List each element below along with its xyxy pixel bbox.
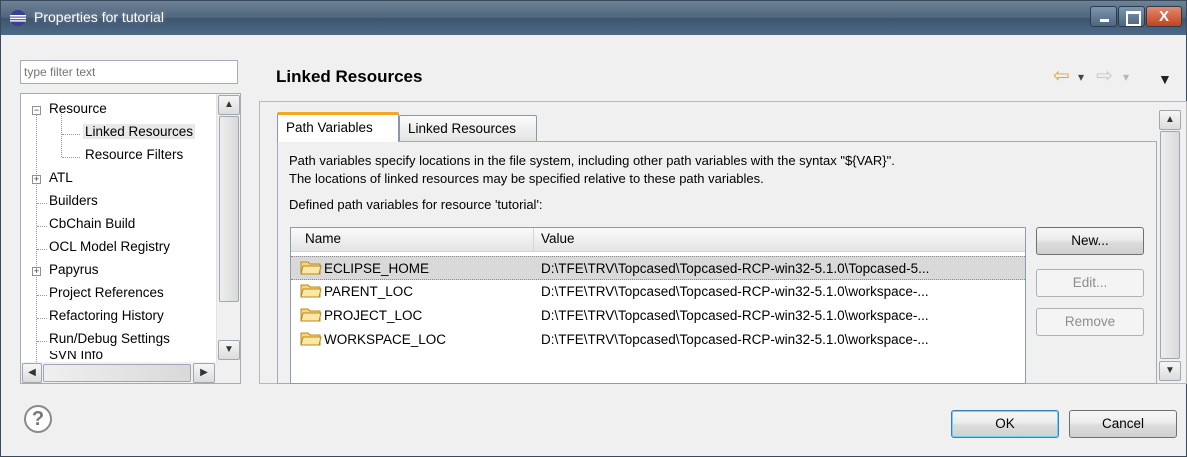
scroll-thumb[interactable] <box>219 116 239 302</box>
view-menu-icon[interactable]: ▼ <box>1158 69 1172 89</box>
tree-line <box>37 203 47 204</box>
variable-name: PARENT_LOC <box>300 280 413 304</box>
column-header-name[interactable]: Name <box>305 231 341 246</box>
tree-item-linked-resources[interactable]: Linked Resources <box>83 121 196 143</box>
scroll-thumb[interactable] <box>43 364 191 382</box>
variable-value: D:\TFE\TRV\Topcased\Topcased-RCP-win32-5… <box>541 332 929 347</box>
tab-path-variables[interactable]: Path Variables <box>277 112 399 142</box>
back-icon[interactable]: ⇦ <box>1053 66 1070 86</box>
remove-button[interactable]: Remove <box>1036 308 1144 336</box>
tree-item-resource[interactable]: Resource <box>49 98 107 120</box>
edit-button[interactable]: Edit... <box>1036 269 1144 297</box>
column-header-value[interactable]: Value <box>541 231 575 246</box>
back-dropdown-icon[interactable]: ▾ <box>1078 67 1084 87</box>
help-icon[interactable]: ? <box>24 405 52 433</box>
tree-item-builders[interactable]: Builders <box>49 190 98 212</box>
maximize-button[interactable] <box>1118 6 1145 27</box>
scroll-right-button[interactable]: ▶ <box>193 363 215 383</box>
tree-line <box>62 134 80 135</box>
table-row[interactable]: PARENT_LOC D:\TFE\TRV\Topcased\Topcased-… <box>291 280 1025 304</box>
tree-vertical-scrollbar[interactable]: ▲ ▼ <box>216 94 240 362</box>
tree-item-ocl-model-registry[interactable]: OCL Model Registry <box>49 236 170 258</box>
tree-item-project-references[interactable]: Project References <box>49 282 164 304</box>
tree-item-svn-info[interactable]: SVN Info <box>49 351 103 362</box>
variable-name: ECLIPSE_HOME <box>300 257 429 281</box>
minimize-button[interactable] <box>1090 6 1117 27</box>
cancel-button[interactable]: Cancel <box>1069 410 1177 438</box>
variable-value: D:\TFE\TRV\Topcased\Topcased-RCP-win32-5… <box>541 284 929 299</box>
folder-icon <box>300 332 322 346</box>
title-bar[interactable]: Properties for tutorial X <box>1 1 1186 35</box>
page-title: Linked Resources <box>276 67 423 86</box>
table-row[interactable]: PROJECT_LOC D:\TFE\TRV\Topcased\Topcased… <box>291 304 1025 328</box>
defined-variables-label: Defined path variables for resource 'tut… <box>289 197 543 212</box>
scroll-down-button[interactable]: ▼ <box>1159 361 1181 381</box>
tree-line <box>37 249 47 250</box>
variable-value: D:\TFE\TRV\Topcased\Topcased-RCP-win32-5… <box>541 308 929 323</box>
tree-item-papyrus[interactable]: Papyrus <box>49 259 99 281</box>
content-vertical-scrollbar[interactable]: ▲ ▼ <box>1158 109 1182 383</box>
scroll-up-button[interactable]: ▲ <box>218 95 240 115</box>
window-title: Properties for tutorial <box>34 9 164 25</box>
tree-line <box>37 318 47 319</box>
scroll-down-button[interactable]: ▼ <box>218 340 240 360</box>
tree-line <box>37 226 47 227</box>
scroll-thumb[interactable] <box>1160 131 1180 359</box>
expand-icon[interactable]: + <box>32 267 41 276</box>
folder-icon <box>300 308 322 322</box>
tree-item-atl[interactable]: ATL <box>49 167 73 189</box>
variable-name: WORKSPACE_LOC <box>300 328 446 352</box>
expand-icon[interactable]: + <box>32 175 41 184</box>
folder-icon <box>300 284 322 298</box>
table-row[interactable]: ECLIPSE_HOME D:\TFE\TRV\Topcased\Topcase… <box>291 256 1025 281</box>
collapse-icon[interactable]: − <box>32 106 41 115</box>
description-line-2: The locations of linked resources may be… <box>289 171 764 186</box>
tree-line <box>62 157 80 158</box>
variable-name: PROJECT_LOC <box>300 304 422 328</box>
column-separator[interactable] <box>533 228 534 252</box>
table-row[interactable]: WORKSPACE_LOC D:\TFE\TRV\Topcased\Topcas… <box>291 328 1025 352</box>
tree-line <box>36 110 37 370</box>
tree-item-cbchain-build[interactable]: CbChain Build <box>49 213 135 235</box>
description-line-1: Path variables specify locations in the … <box>289 153 895 168</box>
forward-dropdown-icon[interactable]: ▾ <box>1123 67 1129 87</box>
tree-horizontal-scrollbar[interactable]: ◀ ▶ <box>21 362 240 383</box>
variable-value: D:\TFE\TRV\Topcased\Topcased-RCP-win32-5… <box>541 261 930 276</box>
category-tree: − Resource Linked Resources Resource Fil… <box>20 93 241 384</box>
forward-icon[interactable]: ⇨ <box>1096 66 1113 86</box>
scroll-left-button[interactable]: ◀ <box>22 363 42 383</box>
path-variables-table[interactable]: Name Value ECLIPSE_HOME D:\TFE\TRV\Topca… <box>290 227 1026 384</box>
tab-linked-resources[interactable]: Linked Resources <box>399 115 537 142</box>
tree-line <box>37 341 47 342</box>
tree-item-resource-filters[interactable]: Resource Filters <box>85 144 183 166</box>
tree-line <box>37 295 47 296</box>
close-button[interactable]: X <box>1146 6 1182 27</box>
folder-icon <box>300 261 322 275</box>
ok-button[interactable]: OK <box>951 410 1059 438</box>
new-button[interactable]: New... <box>1036 227 1144 255</box>
filter-input[interactable] <box>20 60 238 84</box>
eclipse-logo-icon <box>10 10 26 26</box>
properties-dialog: Properties for tutorial X − Resource Lin… <box>0 0 1187 457</box>
scroll-up-button[interactable]: ▲ <box>1159 110 1181 130</box>
table-header: Name Value <box>291 228 1025 252</box>
tree-item-refactoring-history[interactable]: Refactoring History <box>49 305 164 327</box>
close-icon: X <box>1158 8 1169 25</box>
tree-item-run-debug-settings[interactable]: Run/Debug Settings <box>49 328 170 350</box>
